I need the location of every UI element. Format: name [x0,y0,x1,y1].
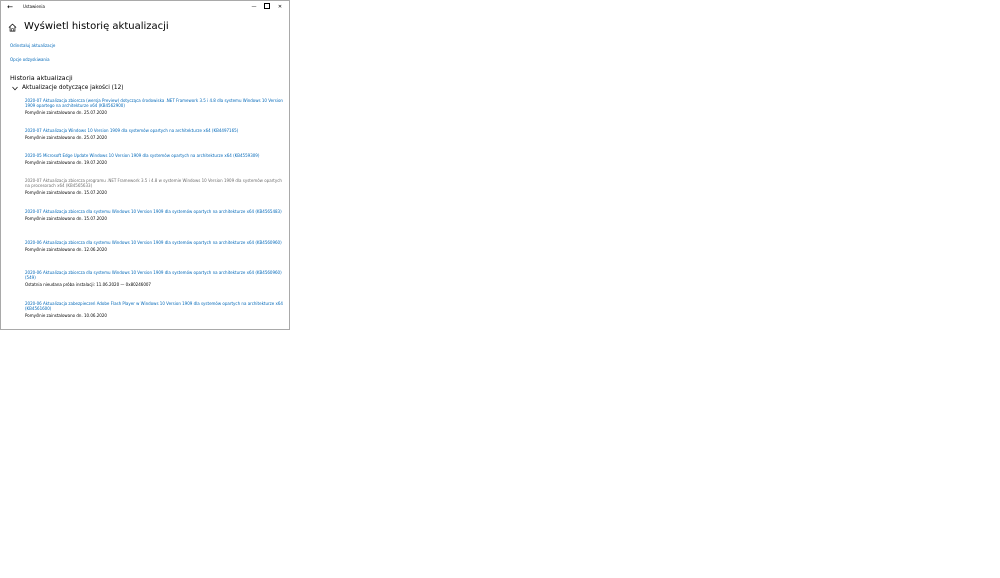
update-title-link[interactable]: 2020-07 Aktualizacja zbiorcza programu .… [25,178,287,188]
list-item: 2020-06 Aktualizacja zbiorcza dla system… [25,270,287,287]
update-status: Pomyślnie zainstalowano dn. 25.07.2020 [25,110,107,115]
chevron-down-icon [12,86,18,91]
update-status: Pomyślnie zainstalowano dn. 15.07.2020 [25,216,107,221]
uninstall-updates-link[interactable]: Odinstaluj aktualizacje [10,43,55,49]
update-history-heading: Historia aktualizacji [10,74,73,82]
update-title-link[interactable]: 2020-05 Microsoft Edge Update Windows 10… [25,153,287,158]
update-title-link[interactable]: 2020-06 Aktualizacja zbiorcza dla system… [25,270,287,280]
update-title-link[interactable]: 2020-06 Aktualizacja zabezpieczeń Adobe … [25,301,287,311]
page-title: Wyświetl historię aktualizacji [24,21,169,32]
update-status: Ostatnia nieudana próba instalacji: 11.0… [25,282,151,287]
settings-window: ← Ustawienia — ✕ Wyświetl historię aktua… [0,0,290,330]
list-item: 2020-06 Aktualizacja zbiorcza dla system… [25,240,287,252]
list-item: 2020-07 Aktualizacja zbiorcza dla system… [25,209,287,221]
update-status: Pomyślnie zainstalowano dn. 19.07.2020 [25,160,107,165]
close-button[interactable]: ✕ [274,1,286,13]
list-item: 2020-07 Aktualizacja zbiorcza programu .… [25,178,287,195]
minimize-button[interactable]: — [248,1,260,13]
update-title-link[interactable]: 2020-07 Aktualizacja zbiorcza dla system… [25,209,287,214]
home-icon[interactable] [8,23,17,32]
list-item: 2020-05 Microsoft Edge Update Windows 10… [25,153,287,165]
list-item: 2020-07 Aktualizacja zbiorcza (wersja Pr… [25,98,287,115]
recovery-options-link[interactable]: Opcje odzyskiwania [10,57,50,63]
update-title-link[interactable]: 2020-07 Aktualizacja Windows 10 Version … [25,128,287,133]
update-status: Pomyślnie zainstalowano dn. 12.06.2020 [25,247,107,252]
list-item: 2020-07 Aktualizacja Windows 10 Version … [25,128,287,140]
title-bar: ← Ustawienia — ✕ [1,1,289,13]
maximize-icon [264,3,270,9]
update-status: Pomyślnie zainstalowano dn. 15.07.2020 [25,190,107,195]
maximize-button[interactable] [261,1,273,13]
app-title: Ustawienia [23,4,45,9]
back-arrow-icon[interactable]: ← [5,2,15,12]
update-title-link[interactable]: 2020-06 Aktualizacja zbiorcza dla system… [25,240,287,245]
update-title-link[interactable]: 2020-07 Aktualizacja zbiorcza (wersja Pr… [25,98,287,108]
quality-updates-group-label: Aktualizacje dotyczące jakości (12) [22,85,124,91]
update-status: Pomyślnie zainstalowano dn. 25.07.2020 [25,135,107,140]
update-status: Pomyślnie zainstalowano dn. 10.06.2020 [25,313,107,318]
list-item: 2020-06 Aktualizacja zabezpieczeń Adobe … [25,301,287,318]
